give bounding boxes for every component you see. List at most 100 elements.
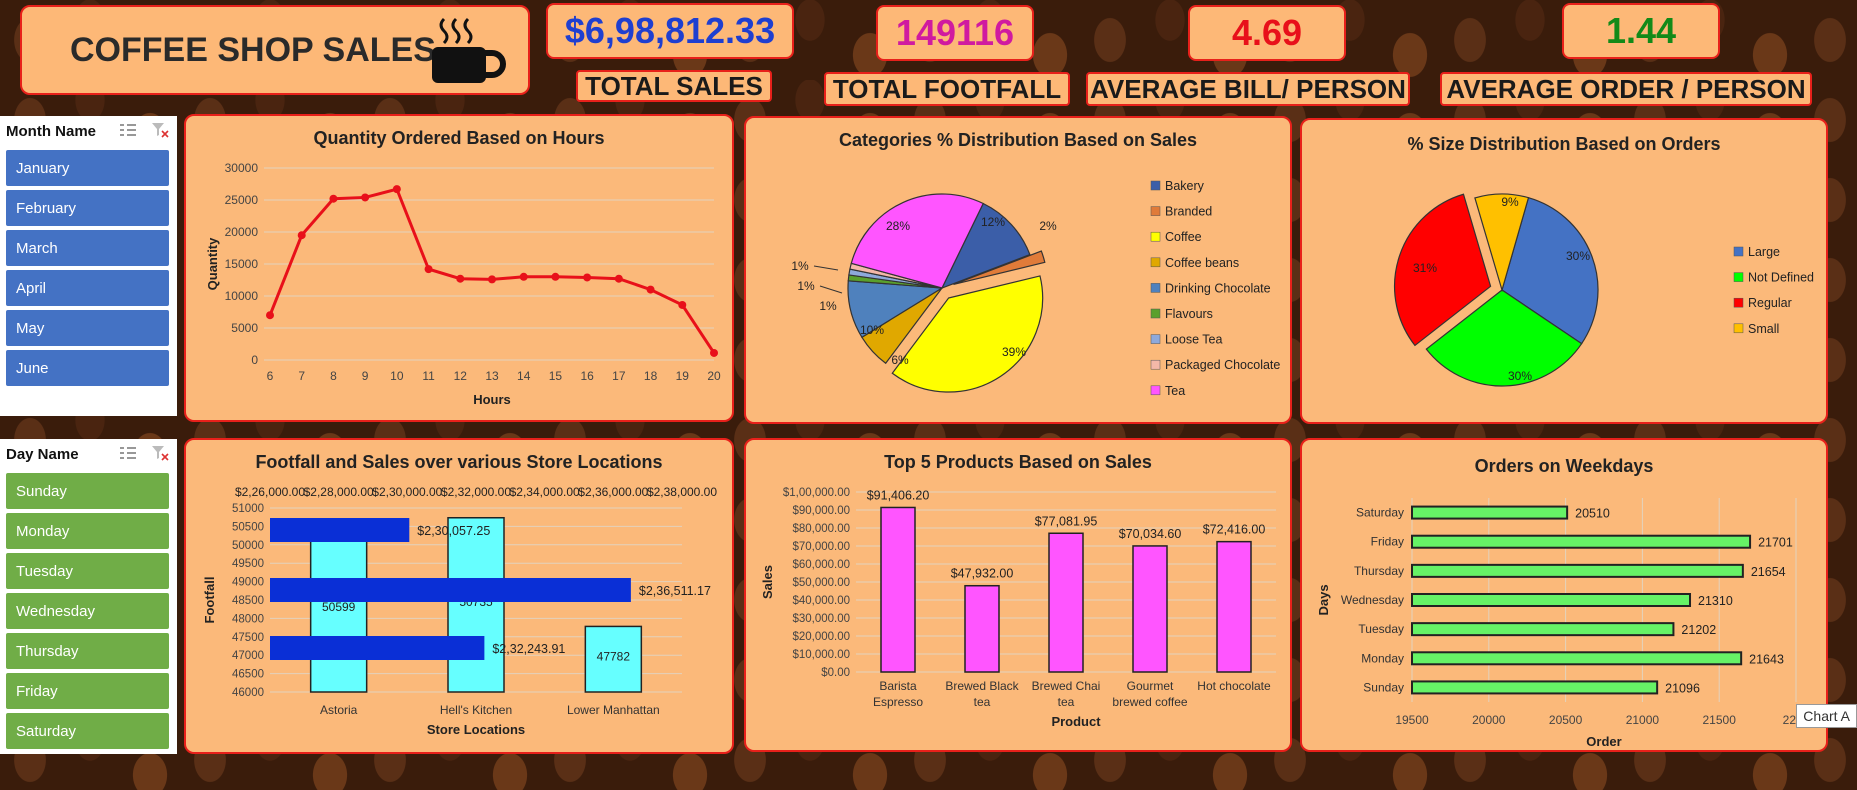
product-bar (1048, 532, 1084, 673)
x-tick-label: Barista (879, 679, 917, 693)
clear-filter-icon[interactable] (151, 445, 169, 461)
footfall-label: 47782 (597, 649, 631, 663)
month_slicer-item-february[interactable]: February (6, 190, 169, 226)
legend-swatch (1150, 385, 1161, 396)
month-slicer: Month Name January February March April May J… (0, 116, 177, 416)
legend-swatch (1150, 257, 1161, 268)
multi-select-icon[interactable] (119, 122, 137, 138)
x-tick-label: 16 (580, 369, 594, 383)
slice-label: 10% (860, 323, 884, 337)
y-tick-label: 46500 (232, 669, 264, 681)
x-tick-label: tea (1058, 695, 1075, 709)
kpi-avg-order-value: 1.44 (1562, 3, 1720, 59)
kpi-value-text: $6,98,812.33 (564, 10, 776, 51)
x-tick-label: 11 (422, 369, 435, 383)
y-tick-label: $70,000.00 (792, 541, 850, 553)
slice-label: 12% (981, 215, 1005, 229)
x-tick-label: 20 (707, 369, 721, 383)
slice-label: 2% (1039, 219, 1057, 233)
kpi-total-footfall-label: TOTAL FOOTFALL (824, 72, 1070, 106)
multi-select-icon[interactable] (119, 445, 137, 461)
month_slicer-item-may[interactable]: May (6, 310, 169, 346)
x-tick-label: 6 (267, 369, 274, 383)
slice-label: 1% (797, 279, 815, 293)
y-tick-label: 15000 (225, 257, 259, 271)
weekdays-chart-panel[interactable]: Orders on Weekdays 19500 20000 20500 21000 2… (1300, 438, 1828, 752)
month_slicer-item-january[interactable]: January (6, 150, 169, 186)
kpi-avg-bill-value: 4.69 (1188, 5, 1346, 61)
legend-label: Branded (1165, 205, 1212, 219)
slice-label: 39% (1002, 345, 1026, 359)
day-bar (1411, 534, 1752, 549)
sizes-chart-panel[interactable]: % Size Distribution Based on Orders 30% 3… (1300, 118, 1828, 424)
top-tick-label: $2,26,000.00 (235, 485, 305, 499)
legend-swatch (1733, 272, 1744, 282)
x-tick-label: 7 (298, 369, 305, 383)
kpi-label-text: AVERAGE BILL/ PERSON (1090, 73, 1406, 104)
day-bar (1411, 622, 1675, 637)
x-axis-label: Store Locations (427, 722, 525, 737)
y-tick-label: 46000 (232, 687, 264, 699)
day_slicer-item-wednesday[interactable]: Wednesday (6, 593, 169, 629)
day-slicer-title: Day Name (6, 445, 79, 463)
y-tick-label: 47000 (232, 650, 264, 662)
day_slicer-item-tuesday[interactable]: Tuesday (6, 553, 169, 589)
kpi-label-text: TOTAL FOOTFALL (832, 73, 1062, 104)
y-tick-label: 0 (251, 353, 258, 367)
dashboard-title-box: COFFEE SHOP SALES (20, 5, 530, 95)
x-tick-label: 19 (676, 369, 690, 383)
x-tick-label: 14 (517, 369, 531, 383)
day-bar (1411, 563, 1744, 578)
x-tick-label: Espresso (873, 695, 923, 709)
day_slicer-item-saturday[interactable]: Saturday (6, 713, 169, 749)
x-tick-label: 12 (454, 369, 468, 383)
y-tick-label: 48000 (232, 613, 264, 625)
data-point (361, 193, 370, 202)
day-bar (1411, 505, 1569, 520)
sales-bar (270, 636, 485, 660)
slice-label: 9% (1501, 195, 1519, 209)
hours-chart-panel[interactable]: Quantity Ordered Based on Hours 0 5000 100… (184, 114, 734, 422)
x-tick-label: 21500 (1703, 713, 1737, 727)
x-tick-label: 17 (612, 369, 626, 383)
y-tick-label: 20000 (225, 225, 259, 239)
stores-chart-panel[interactable]: Footfall and Sales over various Store Lo… (184, 438, 734, 754)
legend-swatch (1733, 323, 1744, 334)
x-tick-label: 15 (549, 369, 563, 383)
kpi-value-text: 149116 (895, 12, 1015, 53)
legend-label: Not Defined (1748, 271, 1814, 285)
month_slicer-item-june[interactable]: June (6, 350, 169, 386)
y-axis-label: Footfall (202, 577, 217, 624)
day_slicer-item-sunday[interactable]: Sunday (6, 473, 169, 509)
y-tick-label: $40,000.00 (792, 595, 850, 607)
slice-label: 30% (1566, 249, 1590, 263)
legend-label: Large (1748, 245, 1780, 259)
month-slicer-header: Month Name (0, 116, 177, 146)
data-label: 21654 (1751, 565, 1786, 579)
y-tick-label: $20,000.00 (792, 631, 850, 643)
data-label: $72,416.00 (1203, 523, 1266, 537)
data-point (392, 185, 401, 194)
data-label: $91,406.20 (867, 488, 930, 502)
coffee-cup-icon (432, 17, 506, 83)
y-tick-label: Monday (1361, 651, 1404, 665)
clear-filter-icon[interactable] (151, 122, 169, 138)
y-tick-label: $90,000.00 (792, 505, 850, 517)
x-tick-label: Astoria (320, 703, 358, 717)
day_slicer-item-thursday[interactable]: Thursday (6, 633, 169, 669)
day_slicer-item-monday[interactable]: Monday (6, 513, 169, 549)
month_slicer-item-april[interactable]: April (6, 270, 169, 306)
x-tick-label: brewed coffee (1112, 695, 1187, 709)
x-tick-label: Gourmet (1127, 679, 1174, 693)
products-chart-panel[interactable]: Top 5 Products Based on Sales $0.00 $10,0… (744, 438, 1292, 752)
y-tick-label: 51000 (232, 503, 264, 515)
dashboard-title: COFFEE SHOP SALES (70, 31, 436, 69)
kpi-label-text: AVERAGE ORDER / PERSON (1446, 73, 1806, 104)
day-bar (1411, 651, 1743, 666)
month_slicer-item-march[interactable]: March (6, 230, 169, 266)
top-tick-label: $2,38,000.00 (647, 485, 717, 499)
data-label: $47,932.00 (951, 567, 1014, 581)
x-tick-label: 20000 (1472, 713, 1506, 727)
categories-chart-panel[interactable]: Categories % Distribution Based on Sales… (744, 116, 1292, 424)
day_slicer-item-friday[interactable]: Friday (6, 673, 169, 709)
